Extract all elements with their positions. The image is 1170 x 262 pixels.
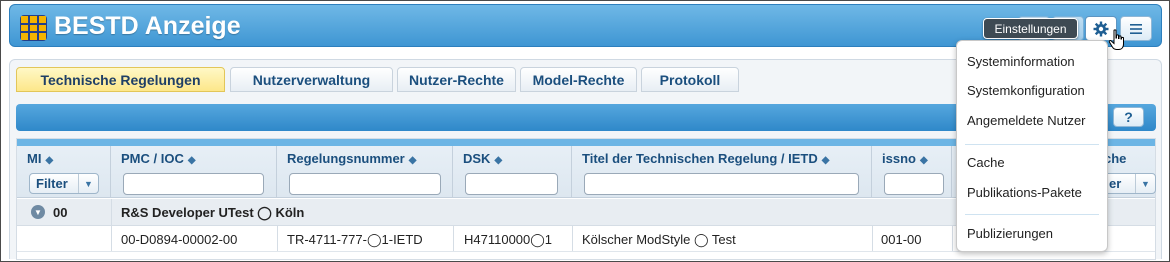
cell-dsk: H47110000◯1 bbox=[464, 232, 553, 247]
menu-item-systemkonfiguration[interactable]: Systemkonfiguration bbox=[967, 83, 1085, 98]
menu-item-cache[interactable]: Cache bbox=[967, 155, 1005, 170]
column-pmc-ioc: PMC / IOC ◆ bbox=[111, 146, 277, 198]
column-title: Titel der Technischen Regelung / IETD bbox=[582, 151, 818, 166]
group-id: 00 bbox=[53, 205, 68, 220]
sort-icon: ◆ bbox=[821, 155, 830, 166]
regelungsnummer-filter-input[interactable] bbox=[289, 173, 441, 195]
menu-divider bbox=[965, 214, 1099, 215]
tab-nutzerverwaltung[interactable]: Nutzerverwaltung bbox=[230, 67, 393, 92]
filter-button-right[interactable]: er ▼ bbox=[1102, 173, 1156, 194]
app-frame: BESTD Anzeige Einstellungen Technische R… bbox=[0, 0, 1170, 262]
column-title: DSK bbox=[463, 151, 491, 166]
cell-titel: Kölscher ModStyle ◯ Test bbox=[582, 232, 736, 247]
menu-item-angemeldete-nutzer[interactable]: Angemeldete Nutzer bbox=[967, 113, 1086, 128]
sort-icon: ◆ bbox=[494, 155, 503, 166]
settings-menu: Systeminformation Systemkonfiguration An… bbox=[956, 40, 1108, 252]
column-dsk: DSK ◆ bbox=[453, 146, 572, 198]
sort-icon: ◆ bbox=[187, 155, 196, 166]
help-button[interactable]: ? bbox=[1113, 107, 1144, 127]
filter-button[interactable]: Filter ▼ bbox=[29, 173, 99, 194]
column-title: MI bbox=[27, 151, 42, 166]
cell-pmc: 00-D0894-00002-00 bbox=[121, 232, 238, 247]
column-issno: issno ◆ bbox=[872, 146, 952, 198]
chevron-down-icon[interactable]: ▼ bbox=[1135, 174, 1155, 193]
menu-item-publizierungen[interactable]: Publizierungen bbox=[967, 226, 1053, 241]
sort-icon: ◆ bbox=[408, 155, 417, 166]
group-title: R&S Developer UTest ◯ Köln bbox=[121, 205, 305, 220]
filter-label: Filter bbox=[36, 176, 68, 191]
settings-tooltip: Einstellungen bbox=[983, 18, 1078, 39]
tab-technische-regelungen[interactable]: Technische Regelungen bbox=[16, 67, 225, 92]
tab-model-rechte[interactable]: Model-Rechte bbox=[520, 67, 637, 92]
cell-regelungsnummer: TR-4711-777-◯1-IETD bbox=[287, 232, 423, 247]
issno-filter-input[interactable] bbox=[884, 173, 944, 195]
dsk-filter-input[interactable] bbox=[465, 173, 558, 195]
sort-icon: ◆ bbox=[45, 155, 54, 166]
app-title: BESTD Anzeige bbox=[54, 12, 241, 40]
app-logo bbox=[20, 15, 47, 41]
collapse-icon[interactable]: ▼ bbox=[31, 205, 45, 219]
column-mi: MI ◆ Filter ▼ bbox=[17, 146, 111, 198]
menu-item-systeminformation[interactable]: Systeminformation bbox=[967, 54, 1075, 69]
column-title: issno bbox=[882, 151, 916, 166]
menu-item-publikations-pakete[interactable]: Publikations-Pakete bbox=[967, 185, 1082, 200]
hamburger-icon bbox=[1130, 23, 1142, 34]
sort-icon: ◆ bbox=[919, 155, 928, 166]
gear-icon bbox=[1093, 21, 1109, 36]
column-regelungsnummer: Regelungsnummer ◆ bbox=[277, 146, 453, 198]
column-titel: Titel der Technischen Regelung / IETD ◆ bbox=[572, 146, 872, 198]
tab-nutzer-rechte[interactable]: Nutzer-Rechte bbox=[397, 67, 516, 92]
chevron-down-icon[interactable]: ▼ bbox=[78, 174, 98, 193]
tab-protokoll[interactable]: Protokoll bbox=[641, 67, 739, 92]
column-title: Regelungsnummer bbox=[287, 151, 405, 166]
column-title: PMC / IOC bbox=[121, 151, 184, 166]
titel-filter-input[interactable] bbox=[584, 173, 859, 195]
hand-cursor-icon bbox=[1108, 29, 1124, 50]
pmc-filter-input[interactable] bbox=[123, 173, 264, 195]
cell-issno: 001-00 bbox=[881, 232, 922, 247]
menu-divider bbox=[965, 144, 1099, 145]
